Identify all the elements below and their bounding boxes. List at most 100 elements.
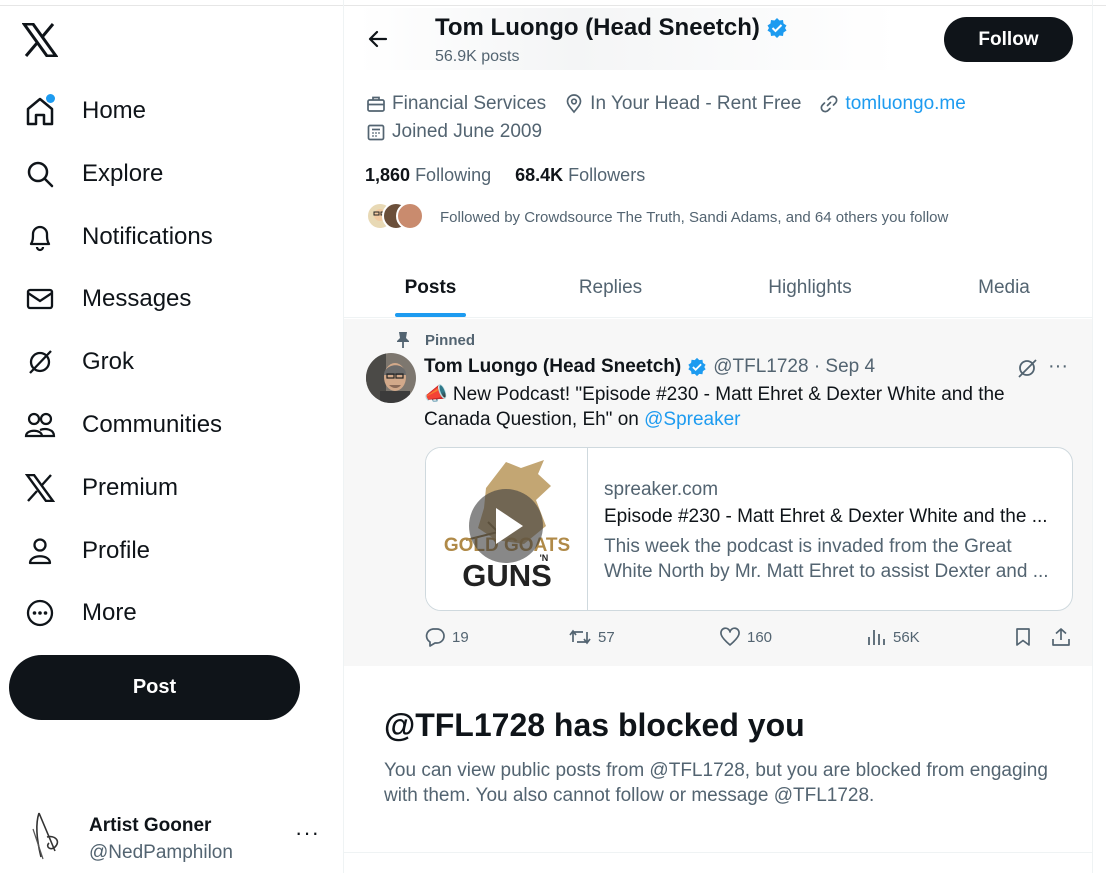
- pin-icon: [397, 332, 409, 348]
- location-pin-icon: [566, 94, 582, 114]
- views-icon: [868, 630, 885, 645]
- blocked-description: You can view public posts from @TFL1728,…: [384, 760, 1048, 806]
- x-icon: [20, 468, 60, 508]
- follow-stats: 1,860 Following 68.4K Followers: [365, 165, 669, 186]
- nav-notifications-label: Notifications: [82, 223, 213, 250]
- account-handle: @NedPamphilon: [89, 842, 233, 863]
- website[interactable]: tomluongo.me: [819, 93, 966, 115]
- grok-icon[interactable]: [1016, 357, 1038, 384]
- avatar[interactable]: [366, 353, 416, 403]
- calendar-icon: [367, 124, 385, 141]
- card-logo-text-bottom: GUNS: [462, 558, 552, 593]
- people-icon: [20, 405, 60, 445]
- location: In Your Head - Rent Free: [564, 93, 801, 115]
- divider: [344, 852, 1092, 853]
- pinned-post[interactable]: Pinned Tom Luongo (Head Sneetch) @TFL172…: [344, 319, 1092, 666]
- nav-messages[interactable]: Messages: [20, 276, 191, 322]
- repost-count: 57: [598, 628, 615, 646]
- website-link[interactable]: tomluongo.me: [845, 93, 965, 115]
- location-text: In Your Head - Rent Free: [590, 93, 802, 114]
- back-arrow-icon[interactable]: [366, 27, 390, 51]
- like-button[interactable]: 160: [719, 627, 772, 647]
- sidebar: Home Explore Notifications Messages Grok…: [0, 0, 343, 873]
- post-handle-date[interactable]: @TFL1728 · Sep 4: [713, 356, 875, 378]
- search-icon: [20, 154, 60, 194]
- post-text: 📣 New Podcast! "Episode #230 - Matt Ehre…: [424, 382, 1064, 432]
- joined-row: Joined June 2009: [366, 121, 560, 143]
- profile-header-name: Tom Luongo (Head Sneetch): [435, 14, 788, 42]
- x-logo-icon[interactable]: [21, 22, 60, 61]
- account-switcher[interactable]: Artist Gooner @NedPamphilon ···: [25, 805, 330, 870]
- post-button[interactable]: Post: [9, 655, 300, 720]
- grok-icon: [20, 342, 60, 382]
- nav-more[interactable]: More: [20, 590, 137, 636]
- post-author[interactable]: Tom Luongo (Head Sneetch): [424, 356, 681, 378]
- avatar: [25, 807, 71, 863]
- views-button[interactable]: 56K: [865, 627, 920, 647]
- reply-icon: [425, 628, 445, 647]
- category: Financial Services: [366, 93, 546, 115]
- nav-profile[interactable]: Profile: [20, 528, 150, 574]
- nav-premium-label: Premium: [82, 474, 179, 501]
- tab-media[interactable]: Media: [916, 258, 1092, 318]
- following-link[interactable]: 1,860 Following: [365, 165, 491, 186]
- nav-grok[interactable]: Grok: [20, 339, 134, 385]
- profile-name: Tom Luongo (Head Sneetch): [435, 14, 760, 41]
- tab-highlights[interactable]: Highlights: [704, 258, 916, 318]
- following-label: Following: [415, 165, 492, 185]
- mention-link[interactable]: @Spreaker: [644, 409, 740, 430]
- post-actions: 19 57 160 56K: [424, 627, 1074, 651]
- nav-explore-label: Explore: [82, 160, 164, 187]
- nav-premium[interactable]: Premium: [20, 465, 178, 511]
- nav-messages-label: Messages: [82, 285, 192, 312]
- nav-notifications[interactable]: Notifications: [20, 214, 213, 260]
- bookmark-icon[interactable]: [1013, 627, 1039, 647]
- card-title: Episode #230 - Matt Ehret & Dexter White…: [604, 506, 1048, 527]
- envelope-icon: [20, 279, 60, 319]
- views-count: 56K: [893, 628, 920, 646]
- followed-by-text: Followed by Crowdsource The Truth, Sandi…: [440, 208, 949, 226]
- bell-icon: [20, 217, 60, 257]
- tab-replies[interactable]: Replies: [517, 258, 704, 318]
- card-image: GOLD GOATS 'N GUNS: [426, 448, 588, 610]
- profile-column: Tom Luongo (Head Sneetch) 56.9K posts Fo…: [343, 0, 1093, 873]
- tab-posts[interactable]: Posts: [344, 258, 517, 318]
- home-icon: [20, 91, 60, 131]
- nav-grok-label: Grok: [82, 348, 135, 375]
- like-count: 160: [747, 628, 773, 646]
- active-tab-indicator: [395, 313, 466, 317]
- more-icon[interactable]: ···: [295, 820, 320, 846]
- followers-link[interactable]: 68.4K Followers: [515, 165, 645, 186]
- link-card[interactable]: GOLD GOATS 'N GUNS spreaker.com Episode …: [425, 447, 1073, 611]
- pinned-indicator: Pinned: [395, 331, 475, 349]
- followed-by[interactable]: Followed by Crowdsource The Truth, Sandi…: [366, 202, 948, 232]
- nav-explore[interactable]: Explore: [20, 151, 163, 197]
- reply-button[interactable]: 19: [424, 627, 469, 647]
- profile-tabs: Posts Replies Highlights Media: [344, 258, 1092, 318]
- nav-home[interactable]: Home: [20, 88, 146, 134]
- nav-communities[interactable]: Communities: [20, 402, 222, 448]
- joined-date: Joined June 2009: [366, 121, 542, 143]
- followed-by-avatars: [366, 202, 428, 232]
- repost-button[interactable]: 57: [568, 627, 615, 647]
- followers-label: Followers: [568, 165, 646, 185]
- followers-count: 68.4K: [515, 165, 564, 185]
- more-circle-icon: [20, 593, 60, 633]
- category-text: Financial Services: [392, 93, 547, 114]
- briefcase-icon: [367, 96, 385, 112]
- nav-more-label: More: [82, 599, 137, 626]
- link-icon: [820, 95, 838, 113]
- share-icon[interactable]: [1051, 627, 1077, 647]
- verified-badge-icon: [767, 18, 787, 38]
- avatar: [396, 202, 424, 230]
- nav-communities-label: Communities: [82, 411, 223, 438]
- more-icon[interactable]: ···: [1048, 355, 1068, 378]
- repost-icon: [569, 629, 591, 645]
- notification-dot: [46, 94, 55, 103]
- joined-text: Joined June 2009: [392, 121, 543, 142]
- nav-home-label: Home: [82, 97, 147, 124]
- card-domain: spreaker.com: [604, 479, 719, 500]
- nav-profile-label: Profile: [82, 537, 151, 564]
- follow-button[interactable]: Follow: [944, 17, 1073, 62]
- account-name: Artist Gooner: [89, 815, 212, 836]
